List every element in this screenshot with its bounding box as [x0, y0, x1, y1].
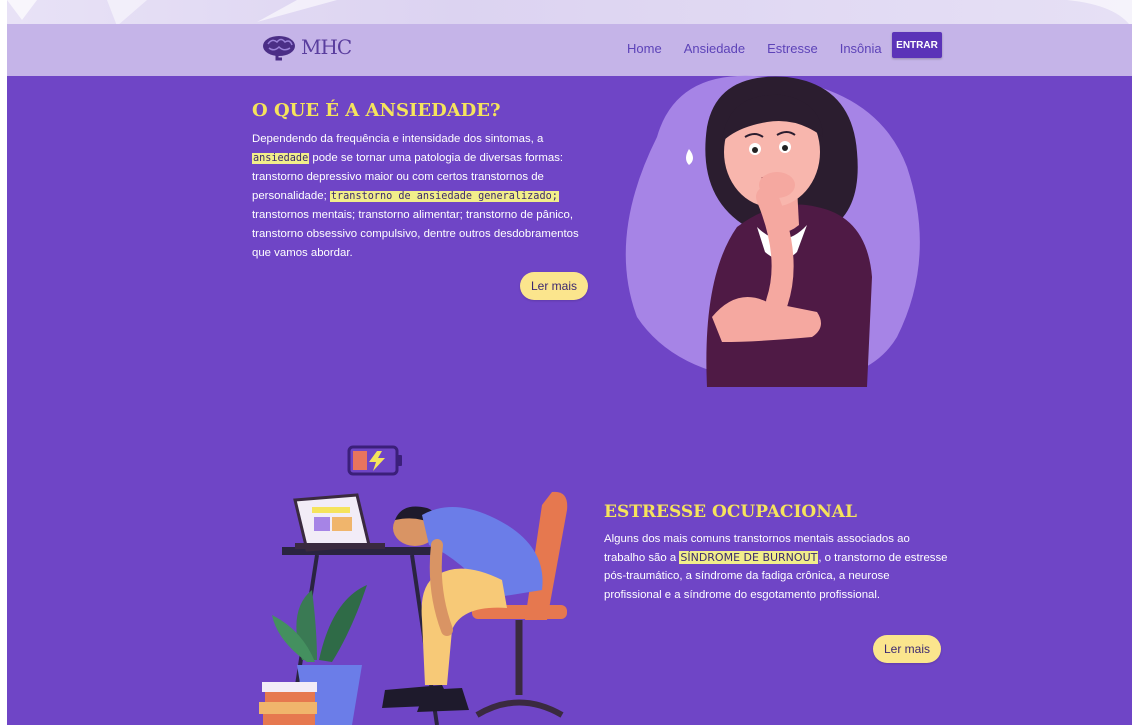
stress-title: ESTRESSE OCUPACIONAL [604, 502, 857, 522]
anxiety-text-1: Dependendo da frequência e intensidade d… [252, 133, 544, 145]
exhausted-worker-illustration [259, 491, 568, 725]
anxiety-highlight-2: transtorno de ansiedade generalizado; [329, 190, 559, 202]
page: MHC Home Ansiedade Estresse Insônia ENTR… [7, 0, 1132, 725]
stress-read-more-button[interactable]: Ler mais [873, 635, 941, 663]
navbar: MHC Home Ansiedade Estresse Insônia ENTR… [7, 24, 1132, 76]
login-button[interactable]: ENTRAR [892, 32, 942, 58]
nav-link-home[interactable]: Home [627, 41, 662, 56]
site-logo[interactable]: MHC [262, 30, 372, 64]
logo-text: MHC [301, 35, 352, 59]
stress-paragraph: Alguns dos mais comuns transtornos menta… [604, 530, 949, 604]
nav-link-insonia[interactable]: Insônia [840, 41, 882, 56]
anxiety-highlight-1: ansiedade [252, 152, 310, 164]
stress-highlight-1: SÍNDROME DE BURNOUT [679, 550, 819, 564]
nav-link-ansiedade[interactable]: Ansiedade [684, 41, 745, 56]
nav-link-estresse[interactable]: Estresse [767, 41, 818, 56]
anxiety-title: O QUE É A ANSIEDADE? [252, 100, 501, 121]
low-battery-icon [347, 445, 402, 476]
anxiety-read-more-button[interactable]: Ler mais [520, 272, 588, 300]
anxiety-text-3: transtornos mentais; transtorno alimenta… [252, 209, 579, 259]
anxiety-paragraph: Dependendo da frequência e intensidade d… [252, 130, 592, 262]
brain-logo-icon [263, 36, 295, 61]
